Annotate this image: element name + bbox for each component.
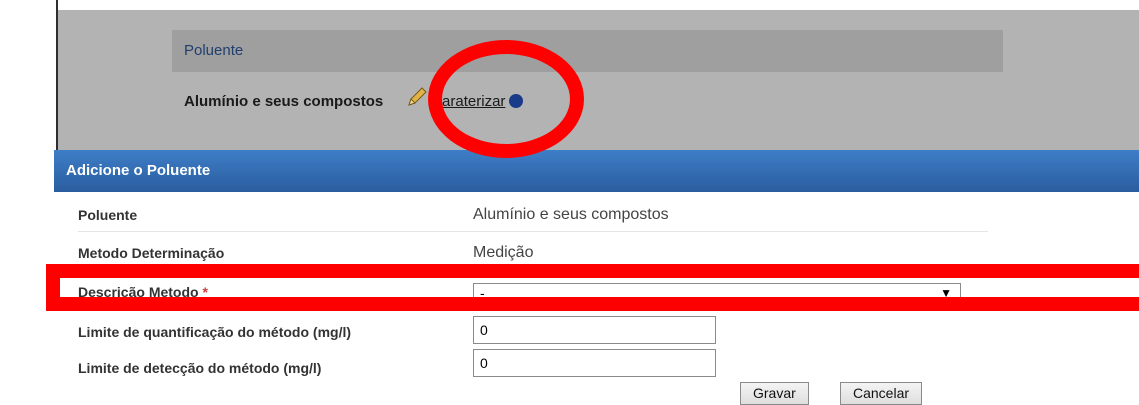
row-poluente: Poluente Alumínio e seus compostos [78, 200, 988, 230]
pencil-icon[interactable] [405, 85, 429, 109]
top-margin [56, 0, 1139, 10]
poluente-value: Alumínio e seus compostos [473, 206, 669, 223]
page-divider [56, 0, 58, 150]
quant-limit-label: Limite de quantificação do método (mg/l) [78, 324, 352, 340]
row-detect-limit: Limite de detecção do método (mg/l) [78, 347, 988, 377]
row-quant-limit: Limite de quantificação do método (mg/l) [78, 314, 988, 344]
separator [78, 231, 988, 232]
detect-limit-input[interactable] [473, 349, 716, 377]
pollutant-name: Alumínio e seus compostos [184, 92, 384, 110]
cancel-button[interactable]: Cancelar [840, 382, 923, 405]
save-button[interactable]: Gravar [740, 382, 809, 405]
annotation-rectangle [46, 264, 1139, 311]
left-margin [0, 0, 56, 405]
dialog-title: Adicione o Poluente [54, 150, 1139, 192]
detect-limit-label: Limite de detecção do método (mg/l) [78, 360, 322, 376]
section-header-poluente: Poluente [172, 30, 1003, 72]
annotation-circle [428, 40, 584, 158]
quant-limit-input[interactable] [473, 316, 716, 344]
poluente-label: Poluente [78, 207, 138, 223]
